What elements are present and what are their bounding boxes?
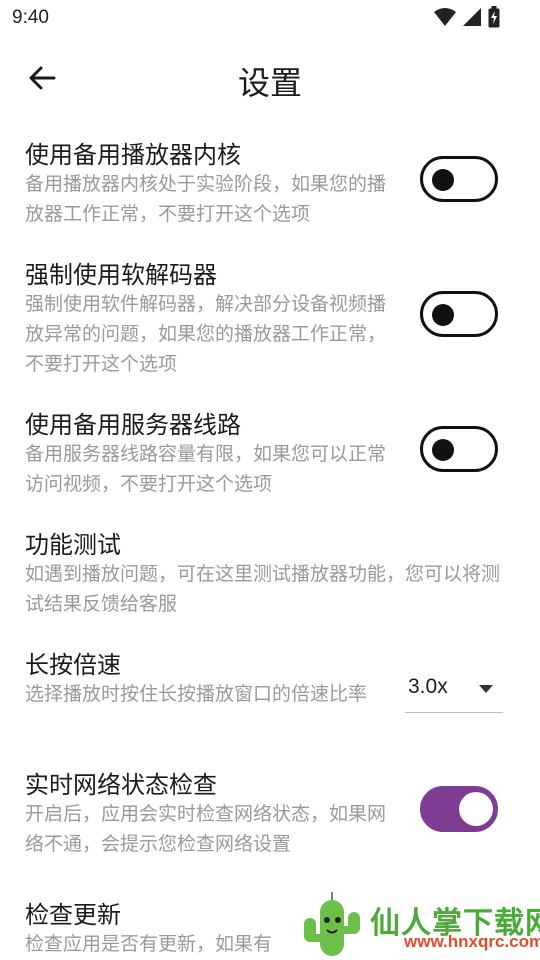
status-time: 9:40 [12, 7, 49, 28]
app-bar: 设置 [0, 50, 540, 106]
setting-title: 使用备用服务器线路 [25, 411, 241, 439]
setting-title: 长按倍速 [25, 651, 121, 679]
setting-title: 检查更新 [25, 901, 121, 929]
setting-long-press-speed[interactable]: 长按倍速 选择播放时按住长按播放窗口的倍速比率 3.0x [0, 645, 540, 745]
status-icons [434, 6, 500, 28]
signal-icon [463, 8, 481, 26]
speed-dropdown-value: 3.0x [408, 675, 448, 698]
cactus-logo-icon [304, 892, 360, 956]
realtime-network-check-toggle[interactable] [420, 786, 498, 832]
status-bar: 9:40 [0, 0, 540, 36]
setting-title: 强制使用软解码器 [25, 261, 217, 289]
setting-force-software-decoder[interactable]: 强制使用软解码器 强制使用软件解码器，解决部分设备视频播放异常的问题，如果您的播… [0, 255, 540, 385]
speed-dropdown[interactable]: 3.0x [405, 671, 503, 713]
backup-player-core-toggle[interactable] [420, 156, 498, 202]
setting-function-test[interactable]: 功能测试 如遇到播放问题，可在这里测试播放器功能，您可以将测试结果反馈给客服 [0, 525, 540, 625]
setting-description: 如遇到播放问题，可在这里测试播放器功能，您可以将测试结果反馈给客服 [25, 563, 501, 615]
setting-description: 强制使用软件解码器，解决部分设备视频播放异常的问题，如果您的播放器工作正常，不要… [25, 293, 387, 375]
setting-realtime-network-check[interactable]: 实时网络状态检查 开启后，应用会实时检查网络状态，如果网络不通，会提示您检查网络… [0, 765, 540, 865]
setting-title: 使用备用播放器内核 [25, 141, 241, 169]
setting-title: 实时网络状态检查 [25, 771, 217, 799]
toggle-knob [432, 304, 454, 326]
toggle-knob [459, 792, 493, 826]
setting-backup-player-core[interactable]: 使用备用播放器内核 备用播放器内核处于实验阶段，如果您的播放器工作正常，不要打开… [0, 135, 540, 235]
setting-description: 选择播放时按住长按播放窗口的倍速比率 [25, 683, 368, 705]
setting-description: 备用播放器内核处于实验阶段，如果您的播放器工作正常，不要打开这个选项 [25, 173, 387, 225]
caret-down-icon [479, 685, 493, 693]
setting-description: 备用服务器线路容量有限，如果您可以正常访问视频，不要打开这个选项 [25, 443, 387, 495]
wifi-icon [434, 8, 456, 26]
battery-charging-icon [488, 6, 500, 28]
setting-description: 开启后，应用会实时检查网络状态，如果网络不通，会提示您检查网络设置 [25, 803, 387, 855]
watermark-url: www.hnxqrc.com [404, 932, 540, 951]
toggle-knob [432, 169, 454, 191]
watermark: 仙人掌下载网 www.hnxqrc.com [300, 890, 540, 960]
force-software-decoder-toggle[interactable] [420, 291, 498, 337]
backup-server-route-toggle[interactable] [420, 426, 498, 472]
setting-title: 功能测试 [25, 531, 121, 559]
page-title: 设置 [237, 64, 302, 102]
setting-backup-server-route[interactable]: 使用备用服务器线路 备用服务器线路容量有限，如果您可以正常访问视频，不要打开这个… [0, 405, 540, 505]
toggle-knob [432, 439, 454, 461]
